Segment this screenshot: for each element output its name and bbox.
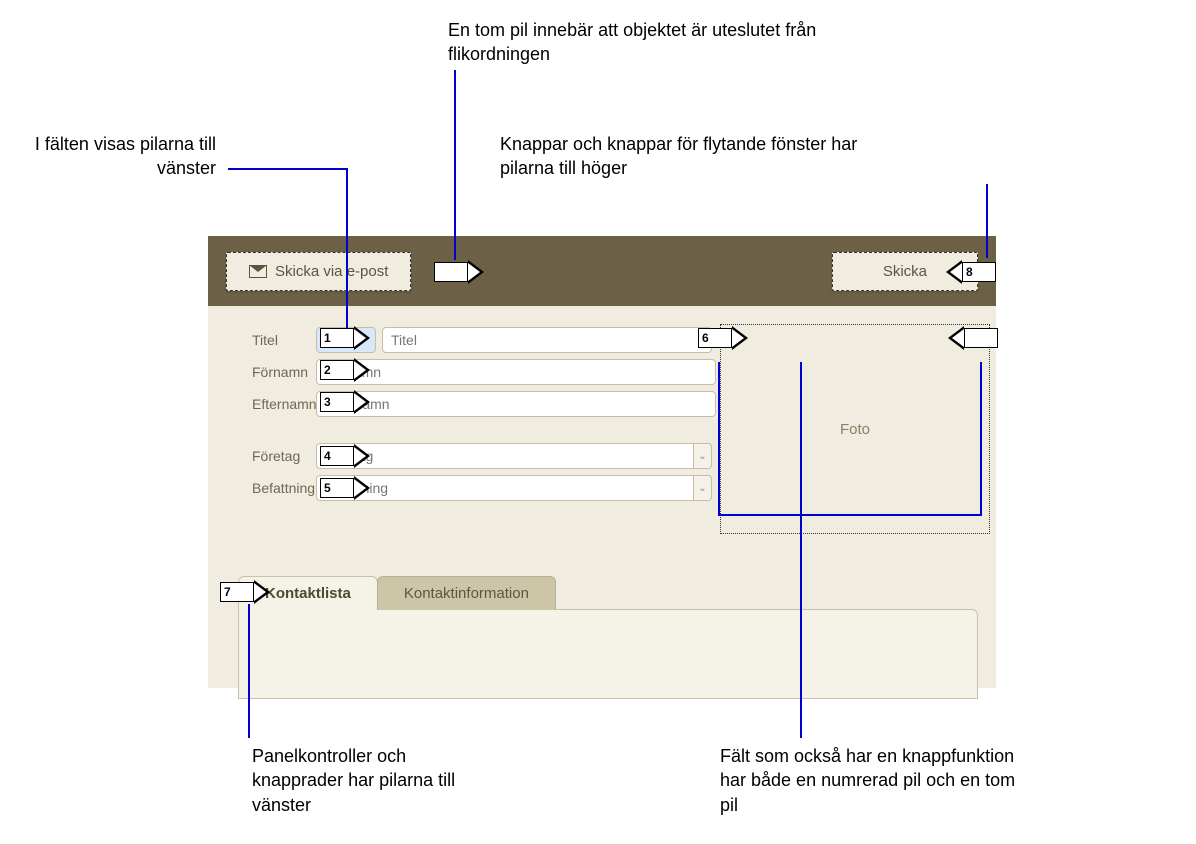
tab-arrow-8: 8 — [946, 260, 996, 284]
callout-right-upper: Knappar och knappar för flytande fönster… — [500, 132, 860, 181]
label-efternamn: Efternamn — [252, 396, 316, 412]
tab-arrow-7: 7 — [220, 580, 270, 604]
label-foretag: Företag — [252, 448, 316, 464]
input-efternamn[interactable] — [316, 391, 716, 417]
label-befattning: Befattning — [252, 480, 316, 496]
input-foretag[interactable] — [316, 443, 694, 469]
tab-panel: Kontaktlista Kontaktinformation — [238, 576, 978, 699]
select-befattning[interactable]: ⌄ — [316, 475, 712, 501]
email-button[interactable]: Skicka via e-post — [226, 252, 411, 291]
label-fornamn: Förnamn — [252, 364, 316, 380]
leader-line — [228, 168, 348, 170]
select-foretag[interactable]: ⌄ — [316, 443, 712, 469]
callout-top-center: En tom pil innebär att objektet är utesl… — [448, 18, 898, 67]
app-window: Skicka via e-post Skicka Titel Förnamn E… — [208, 236, 996, 688]
tab-bar: Kontaktlista Kontaktinformation — [238, 576, 978, 610]
envelope-icon — [249, 265, 267, 278]
input-befattning[interactable] — [316, 475, 694, 501]
leader-line — [800, 362, 802, 738]
tab-body — [238, 609, 978, 699]
submit-button-label: Skicka — [883, 263, 927, 280]
callout-bottom-left: Panelkontroller och knapprader har pilar… — [252, 744, 482, 817]
chevron-down-icon[interactable]: ⌄ — [694, 475, 712, 501]
toolbar: Skicka via e-post Skicka — [208, 236, 996, 306]
leader-line — [718, 514, 982, 516]
email-button-label: Skicka via e-post — [275, 263, 388, 280]
tab-arrow-6: 6 — [698, 326, 748, 350]
tab-arrow-4: 4 — [320, 444, 370, 468]
foto-label: Foto — [840, 421, 870, 438]
tab-arrow-empty-email — [434, 260, 484, 284]
callout-left-upper: I fälten visas pilarna till vänster — [0, 132, 216, 181]
input-titel[interactable] — [382, 327, 712, 353]
leader-line — [346, 168, 348, 328]
chevron-down-icon[interactable]: ⌄ — [694, 443, 712, 469]
tab-arrow-5: 5 — [320, 476, 370, 500]
tab-arrow-3: 3 — [320, 390, 370, 414]
tab-arrow-2: 2 — [320, 358, 370, 382]
leader-line — [986, 184, 988, 258]
input-fornamn[interactable] — [316, 359, 716, 385]
tab-arrow-empty-foto — [948, 326, 998, 350]
tab-arrow-1: 1 — [320, 326, 370, 350]
callout-bottom-right: Fält som också har en knappfunktion har … — [720, 744, 1020, 817]
leader-line — [980, 362, 982, 516]
foto-container[interactable]: Foto — [720, 324, 990, 534]
label-titel: Titel — [252, 332, 316, 348]
tab-kontaktinformation[interactable]: Kontaktinformation — [377, 576, 556, 610]
leader-line — [454, 70, 456, 260]
leader-line — [718, 362, 720, 516]
leader-line — [248, 604, 250, 738]
